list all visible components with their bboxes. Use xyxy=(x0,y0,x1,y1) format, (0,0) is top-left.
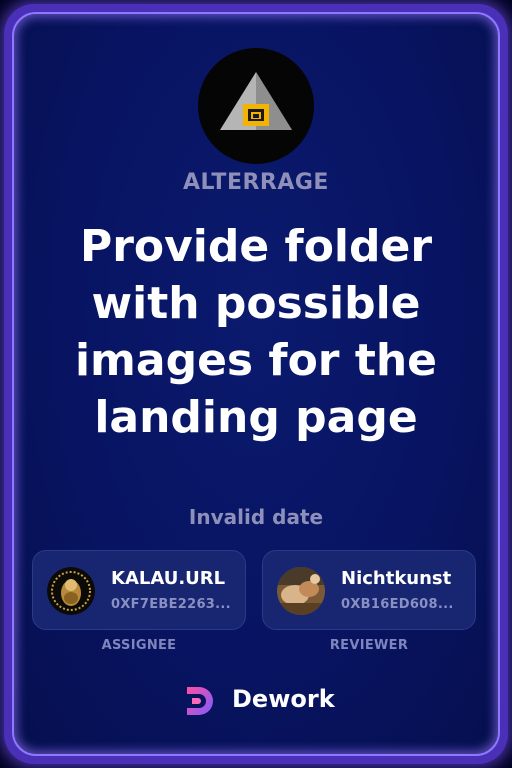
assignee-card[interactable]: KALAU.URL 0XF7EBE2263... xyxy=(32,550,246,630)
reviewer-card[interactable]: Nichtkunst 0XB16ED608... xyxy=(262,550,476,630)
organization-name[interactable]: ALTERRAGE xyxy=(0,170,512,195)
dework-brand[interactable]: Dework xyxy=(180,680,340,722)
reviewer-address: 0XB16ED608... xyxy=(341,597,454,612)
task-title[interactable]: Provide folder with possible images for … xyxy=(40,218,472,446)
assignee-avatar xyxy=(47,567,95,615)
reviewer-avatar xyxy=(277,567,325,615)
dework-brand-name: Dework xyxy=(232,685,335,713)
reviewer-role-label: REVIEWER xyxy=(329,638,409,653)
reviewer-name: Nichtkunst xyxy=(341,568,452,589)
dework-logo-icon xyxy=(187,687,213,715)
assignee-address: 0XF7EBE2263... xyxy=(111,597,231,612)
assignee-role-label: ASSIGNEE xyxy=(101,638,177,653)
task-date: Invalid date xyxy=(188,505,324,529)
assignee-name: KALAU.URL xyxy=(111,568,226,589)
alterrage-pyramid-icon xyxy=(220,72,292,130)
organization-logo xyxy=(198,48,314,164)
